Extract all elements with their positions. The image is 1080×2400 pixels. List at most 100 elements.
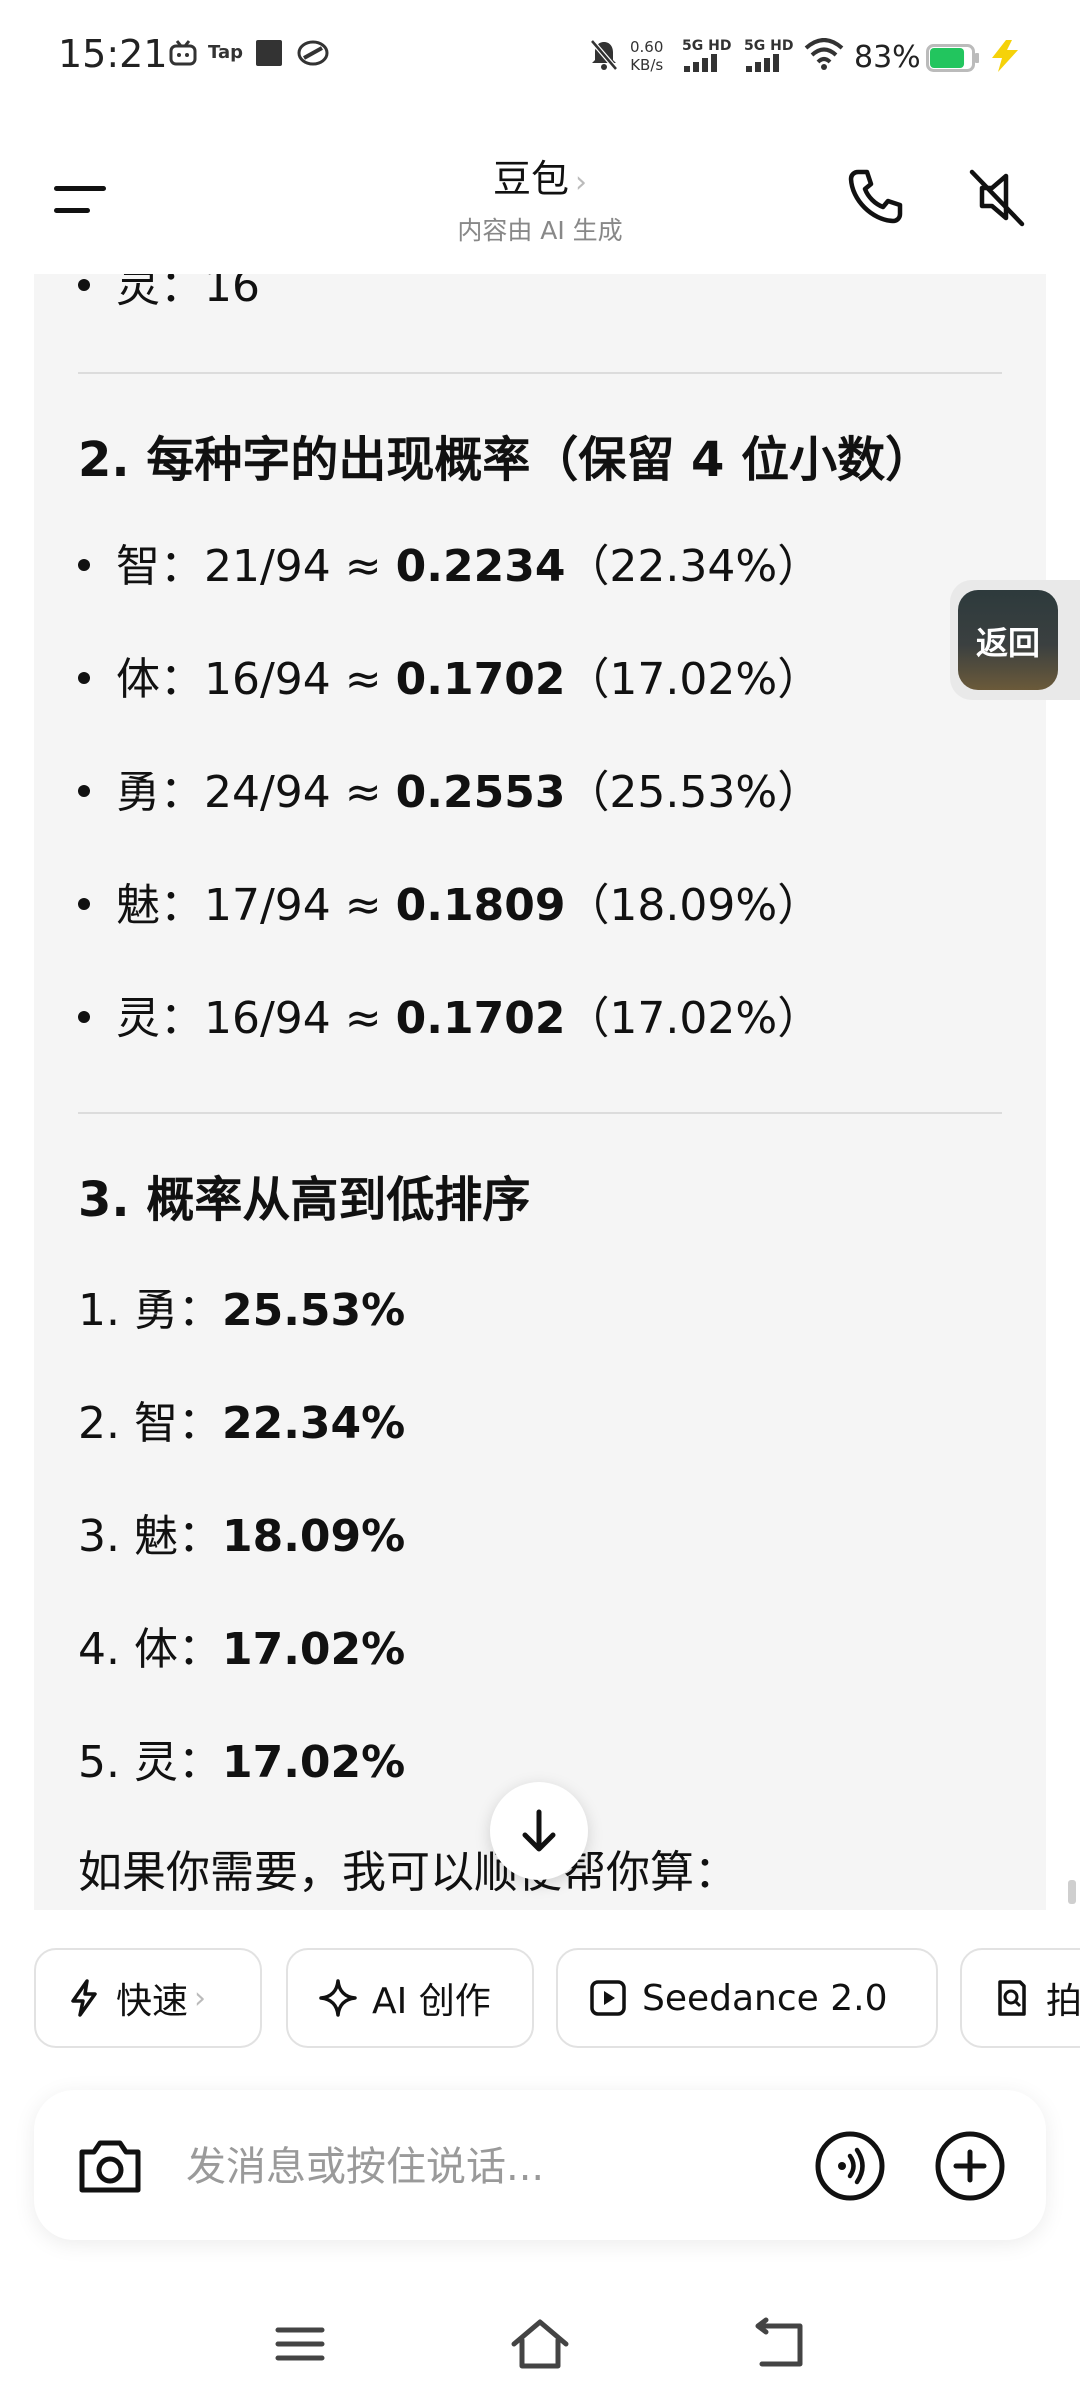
item-probability: 0.1702 <box>395 654 566 705</box>
chevron-right-icon: › <box>194 1980 207 2016</box>
chat-subtitle: 内容由 AI 生成 <box>457 216 623 245</box>
section-heading: 2. 每种字的出现概率（保留 4 位小数） <box>78 432 934 488</box>
item-percent: （18.09%） <box>565 880 822 931</box>
tap-icon: Tap <box>208 42 243 63</box>
tool-chip-row[interactable]: 快速 › AI 创作 Seedance 2.0 拍 <box>0 1948 1080 2052</box>
signal-icon: 5G HD <box>744 38 796 72</box>
bullet-dot <box>78 785 90 797</box>
network-speed-value: 0.60 <box>630 38 664 56</box>
chip-label: 快速 <box>116 1981 189 2022</box>
list-item: 灵：16 <box>78 274 260 314</box>
charging-bolt-icon <box>988 40 1022 72</box>
scrollbar-thumb[interactable] <box>1068 1880 1076 1904</box>
back-label: 返回 <box>975 624 1040 662</box>
item-char: 勇 <box>116 767 160 818</box>
assistant-message-card: 灵：16 2. 每种字的出现概率（保留 4 位小数） 智：21/94 ≈ 0.2… <box>34 274 1046 1910</box>
photo-search-chip[interactable]: 拍 <box>960 1948 1080 2048</box>
status-bar: 15:21 Tap 0.60 KB/s 5G HD 5G HD 83% <box>0 0 1080 118</box>
battery-percent: 83% <box>854 40 921 75</box>
divider <box>78 1112 1002 1114</box>
ranked-item: 3. 魅：18.09% <box>78 1500 405 1564</box>
item-probability: 0.1809 <box>395 880 566 931</box>
rank-value: 17.02% <box>221 1737 406 1788</box>
bullet-dot <box>78 898 90 910</box>
bullet-dot <box>78 1011 90 1023</box>
phone-icon <box>848 169 903 224</box>
arrow-down-icon <box>522 1809 556 1852</box>
sparkle-icon <box>318 1978 358 2018</box>
search-doc-icon <box>992 1978 1032 2018</box>
tv-icon <box>168 38 198 68</box>
item-percent: （17.02%） <box>565 993 822 1044</box>
signal-1-label: 5G HD <box>682 38 732 54</box>
rank-label: 3. 魅： <box>78 1511 222 1562</box>
item-percent: （25.53%） <box>565 767 822 818</box>
seedance-chip[interactable]: Seedance 2.0 <box>556 1948 938 2048</box>
list-item: 勇：24/94 ≈ 0.2553（25.53%） <box>78 756 821 820</box>
quick-mode-chip[interactable]: 快速 › <box>34 1948 262 2048</box>
ai-create-chip[interactable]: AI 创作 <box>286 1948 534 2048</box>
home-button[interactable] <box>508 2312 572 2376</box>
item-char: 灵 <box>116 993 160 1044</box>
plus-icon <box>935 2131 1005 2201</box>
mute-speaker-icon <box>969 169 1025 227</box>
chat-title-button[interactable]: 豆包 › 内容由 AI 生成 <box>340 148 740 247</box>
item-probability: 0.2553 <box>395 767 566 818</box>
list-item: 魅：17/94 ≈ 0.1809（18.09%） <box>78 869 821 933</box>
home-icon <box>511 2319 569 2369</box>
camera-button[interactable] <box>74 2130 146 2202</box>
divider <box>78 372 1002 374</box>
back-arrow-icon <box>755 2317 803 2367</box>
back-thumbnail: 返回 <box>958 590 1058 690</box>
chevron-right-icon: › <box>575 165 587 200</box>
item-probability: 0.2234 <box>395 541 566 592</box>
item-probability: 0.1702 <box>395 993 566 1044</box>
item-fraction: ：16/94 ≈ <box>160 993 396 1044</box>
bullet-dot <box>78 672 90 684</box>
item-char: 体 <box>116 654 160 705</box>
square-icon <box>254 38 284 68</box>
rank-value: 22.34% <box>221 1398 406 1449</box>
menu-lines-icon <box>275 2327 325 2361</box>
menu-icon <box>54 186 106 191</box>
item-fraction: ：16/94 ≈ <box>160 654 396 705</box>
rank-label: 2. 智： <box>78 1398 222 1449</box>
list-item: 体：16/94 ≈ 0.1702（17.02%） <box>78 643 821 707</box>
ranked-item: 5. 灵：17.02% <box>78 1726 405 1790</box>
status-time: 15:21 <box>58 32 168 76</box>
scroll-to-bottom-button[interactable] <box>490 1782 588 1880</box>
bullet-dot <box>78 559 90 571</box>
signal-2-label: 5G HD <box>744 38 794 54</box>
rank-label: 4. 体： <box>78 1624 222 1675</box>
phone-call-button[interactable] <box>840 162 910 232</box>
recent-apps-button[interactable] <box>268 2312 332 2376</box>
section-heading: 3. 概率从高到低排序 <box>78 1172 531 1228</box>
chip-label: AI 创作 <box>372 1981 491 2022</box>
message-input[interactable] <box>184 2134 668 2200</box>
list-item: 智：21/94 ≈ 0.2234（22.34%） <box>78 530 821 594</box>
network-speed: 0.60 KB/s <box>630 38 663 74</box>
chip-label: 拍 <box>1046 1981 1080 2022</box>
voice-mode-button[interactable] <box>814 2130 886 2202</box>
rank-label: 5. 灵： <box>78 1737 222 1788</box>
back-button[interactable] <box>748 2312 812 2376</box>
item-percent: （22.34%） <box>565 541 822 592</box>
rank-value: 18.09% <box>221 1511 406 1562</box>
rank-value: 17.02% <box>221 1624 406 1675</box>
item-char: 魅 <box>116 880 160 931</box>
item-fraction: ：17/94 ≈ <box>160 880 396 931</box>
battery-icon <box>926 44 982 72</box>
item-fraction: ：21/94 ≈ <box>160 541 396 592</box>
menu-button[interactable] <box>48 168 112 232</box>
floating-back-widget[interactable]: 返回 <box>950 580 1080 700</box>
voice-wave-icon <box>815 2131 885 2201</box>
play-square-icon <box>588 1978 628 2018</box>
add-attachment-button[interactable] <box>934 2130 1006 2202</box>
item-char: 智 <box>116 541 160 592</box>
chat-header: 豆包 › 内容由 AI 生成 <box>0 118 1080 274</box>
closing-text: 如果你需要，我可以顺便帮你算： <box>78 1847 738 1898</box>
signal-icon: 5G HD <box>682 38 734 72</box>
speaker-mute-button[interactable] <box>962 162 1032 232</box>
ranked-item: 4. 体：17.02% <box>78 1613 405 1677</box>
chat-title: 豆包 <box>492 157 569 201</box>
